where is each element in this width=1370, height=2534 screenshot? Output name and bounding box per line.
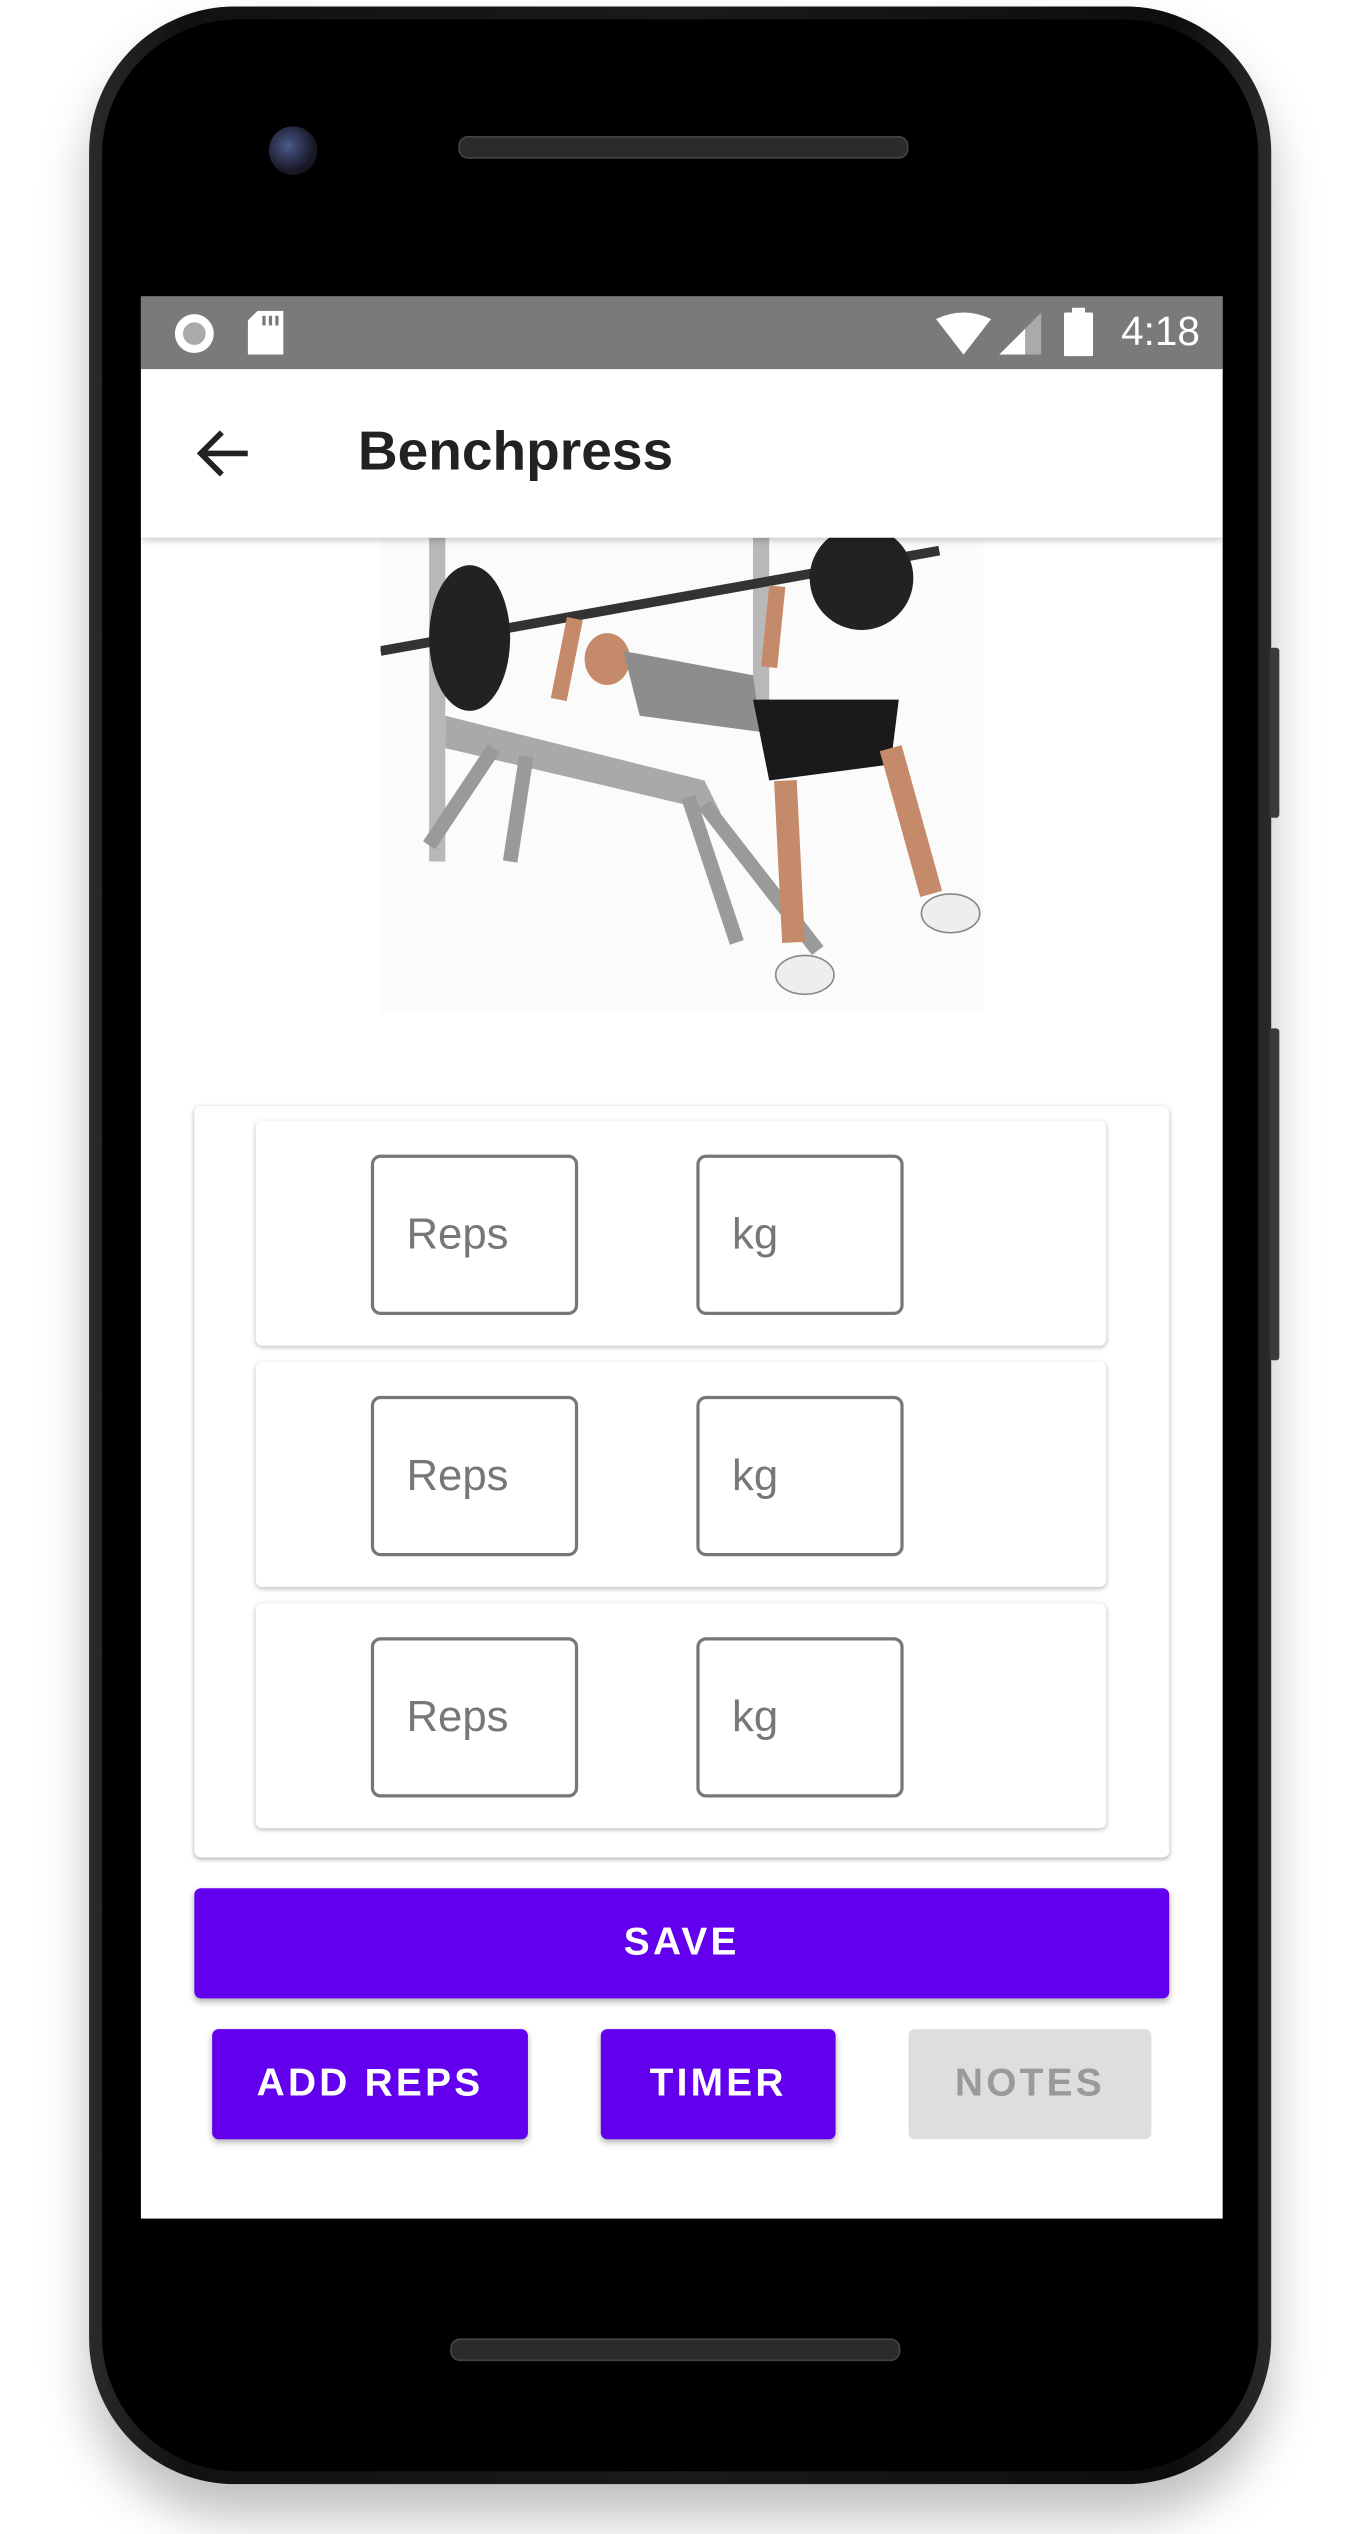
wifi-icon <box>936 312 992 355</box>
arrow-left-icon[interactable] <box>196 428 251 480</box>
volume-button <box>1269 1028 1280 1361</box>
front-camera <box>268 126 318 175</box>
sd-card-icon <box>247 310 284 355</box>
page-title: Benchpress <box>357 421 674 483</box>
status-bar: 4:18 <box>140 296 1223 370</box>
reps-input[interactable] <box>370 1395 579 1557</box>
exercise-image <box>380 537 983 1013</box>
save-button[interactable]: SAVE <box>194 1888 1170 1999</box>
bottom-speaker <box>450 2338 901 2362</box>
add-reps-button[interactable]: ADD REPS <box>212 2029 528 2140</box>
reps-input[interactable] <box>370 1637 579 1798</box>
power-button <box>1269 647 1280 818</box>
set-row <box>255 1603 1107 1829</box>
reps-input[interactable] <box>370 1154 579 1315</box>
kg-input[interactable] <box>696 1637 904 1798</box>
set-row <box>255 1361 1107 1588</box>
record-icon <box>174 314 214 354</box>
sets-card <box>194 1106 1170 1858</box>
earpiece-speaker <box>458 136 909 159</box>
notes-button[interactable]: NOTES <box>908 2029 1152 2140</box>
timer-button[interactable]: TIMER <box>600 2029 836 2140</box>
screen: 4:18 Benchpress Reps kg Reps kg Reps kg … <box>140 296 1223 2219</box>
set-row <box>255 1120 1107 1346</box>
app-bar: Benchpress <box>140 369 1223 538</box>
kg-input[interactable] <box>696 1154 904 1315</box>
status-time: 4:18 <box>1121 309 1200 355</box>
kg-input[interactable] <box>696 1395 904 1557</box>
signal-icon <box>999 312 1042 355</box>
battery-icon <box>1063 307 1094 357</box>
